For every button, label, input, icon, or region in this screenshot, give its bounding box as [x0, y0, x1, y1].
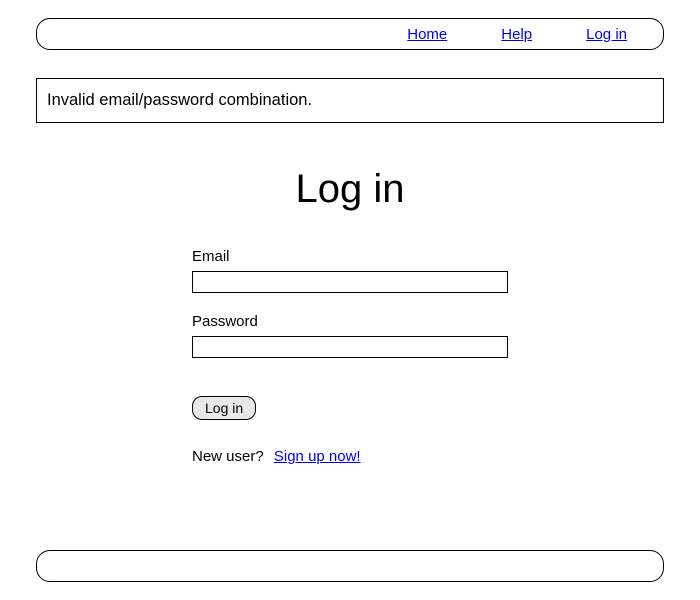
page-title: Log in [36, 167, 664, 212]
nav-home-link[interactable]: Home [407, 26, 447, 43]
nav-login-link[interactable]: Log in [586, 26, 627, 43]
login-button[interactable]: Log in [192, 396, 256, 420]
email-label: Email [192, 248, 508, 265]
signup-prompt-text: New user? [192, 448, 264, 465]
password-label: Password [192, 313, 508, 330]
signup-prompt-row: New user? Sign up now! [192, 448, 508, 465]
signup-link[interactable]: Sign up now! [274, 448, 361, 465]
nav-help-link[interactable]: Help [501, 26, 532, 43]
flash-error: Invalid email/password combination. [36, 78, 664, 123]
footer-bar [36, 550, 664, 582]
password-field[interactable] [192, 336, 508, 358]
email-field[interactable] [192, 271, 508, 293]
nav-bar: Home Help Log in [36, 18, 664, 50]
login-form: Email Password Log in New user? Sign up … [192, 248, 508, 465]
